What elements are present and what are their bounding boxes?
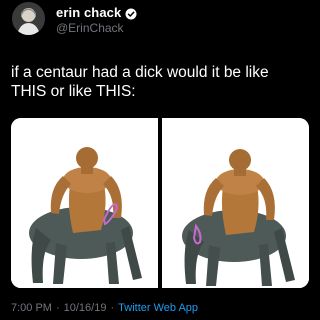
centaur-image-icon <box>11 118 158 288</box>
tweet-text: if a centaur had a dick would it be like… <box>11 63 311 101</box>
verified-badge-icon <box>125 7 137 19</box>
tweet-time[interactable]: 7:00 PM <box>11 302 52 314</box>
media-image-2[interactable] <box>162 118 309 288</box>
tweet-source-link[interactable]: Twitter Web App <box>118 302 198 314</box>
author-name-row: erin chack <box>56 5 137 20</box>
centaur-image-icon <box>162 118 309 288</box>
tweet-text-line-2: THIS or like THIS: <box>11 83 136 100</box>
media-image-1[interactable] <box>11 118 158 288</box>
avatar[interactable] <box>12 2 45 35</box>
tweet-date[interactable]: 10/16/19 <box>64 302 107 314</box>
user-handle[interactable]: @ErinChack <box>56 21 124 35</box>
separator: · <box>110 302 115 314</box>
media-grid <box>11 118 309 288</box>
separator: · <box>55 302 60 314</box>
profile-photo-icon <box>12 2 45 35</box>
tweet: erin chack @ErinChack if a centaur had a… <box>0 0 320 320</box>
tweet-text-line-1: if a centaur had a dick would it be like <box>11 64 269 81</box>
display-name[interactable]: erin chack <box>56 5 121 20</box>
tweet-timestamp: 7:00 PM · 10/16/19 · Twitter Web App <box>11 302 198 314</box>
